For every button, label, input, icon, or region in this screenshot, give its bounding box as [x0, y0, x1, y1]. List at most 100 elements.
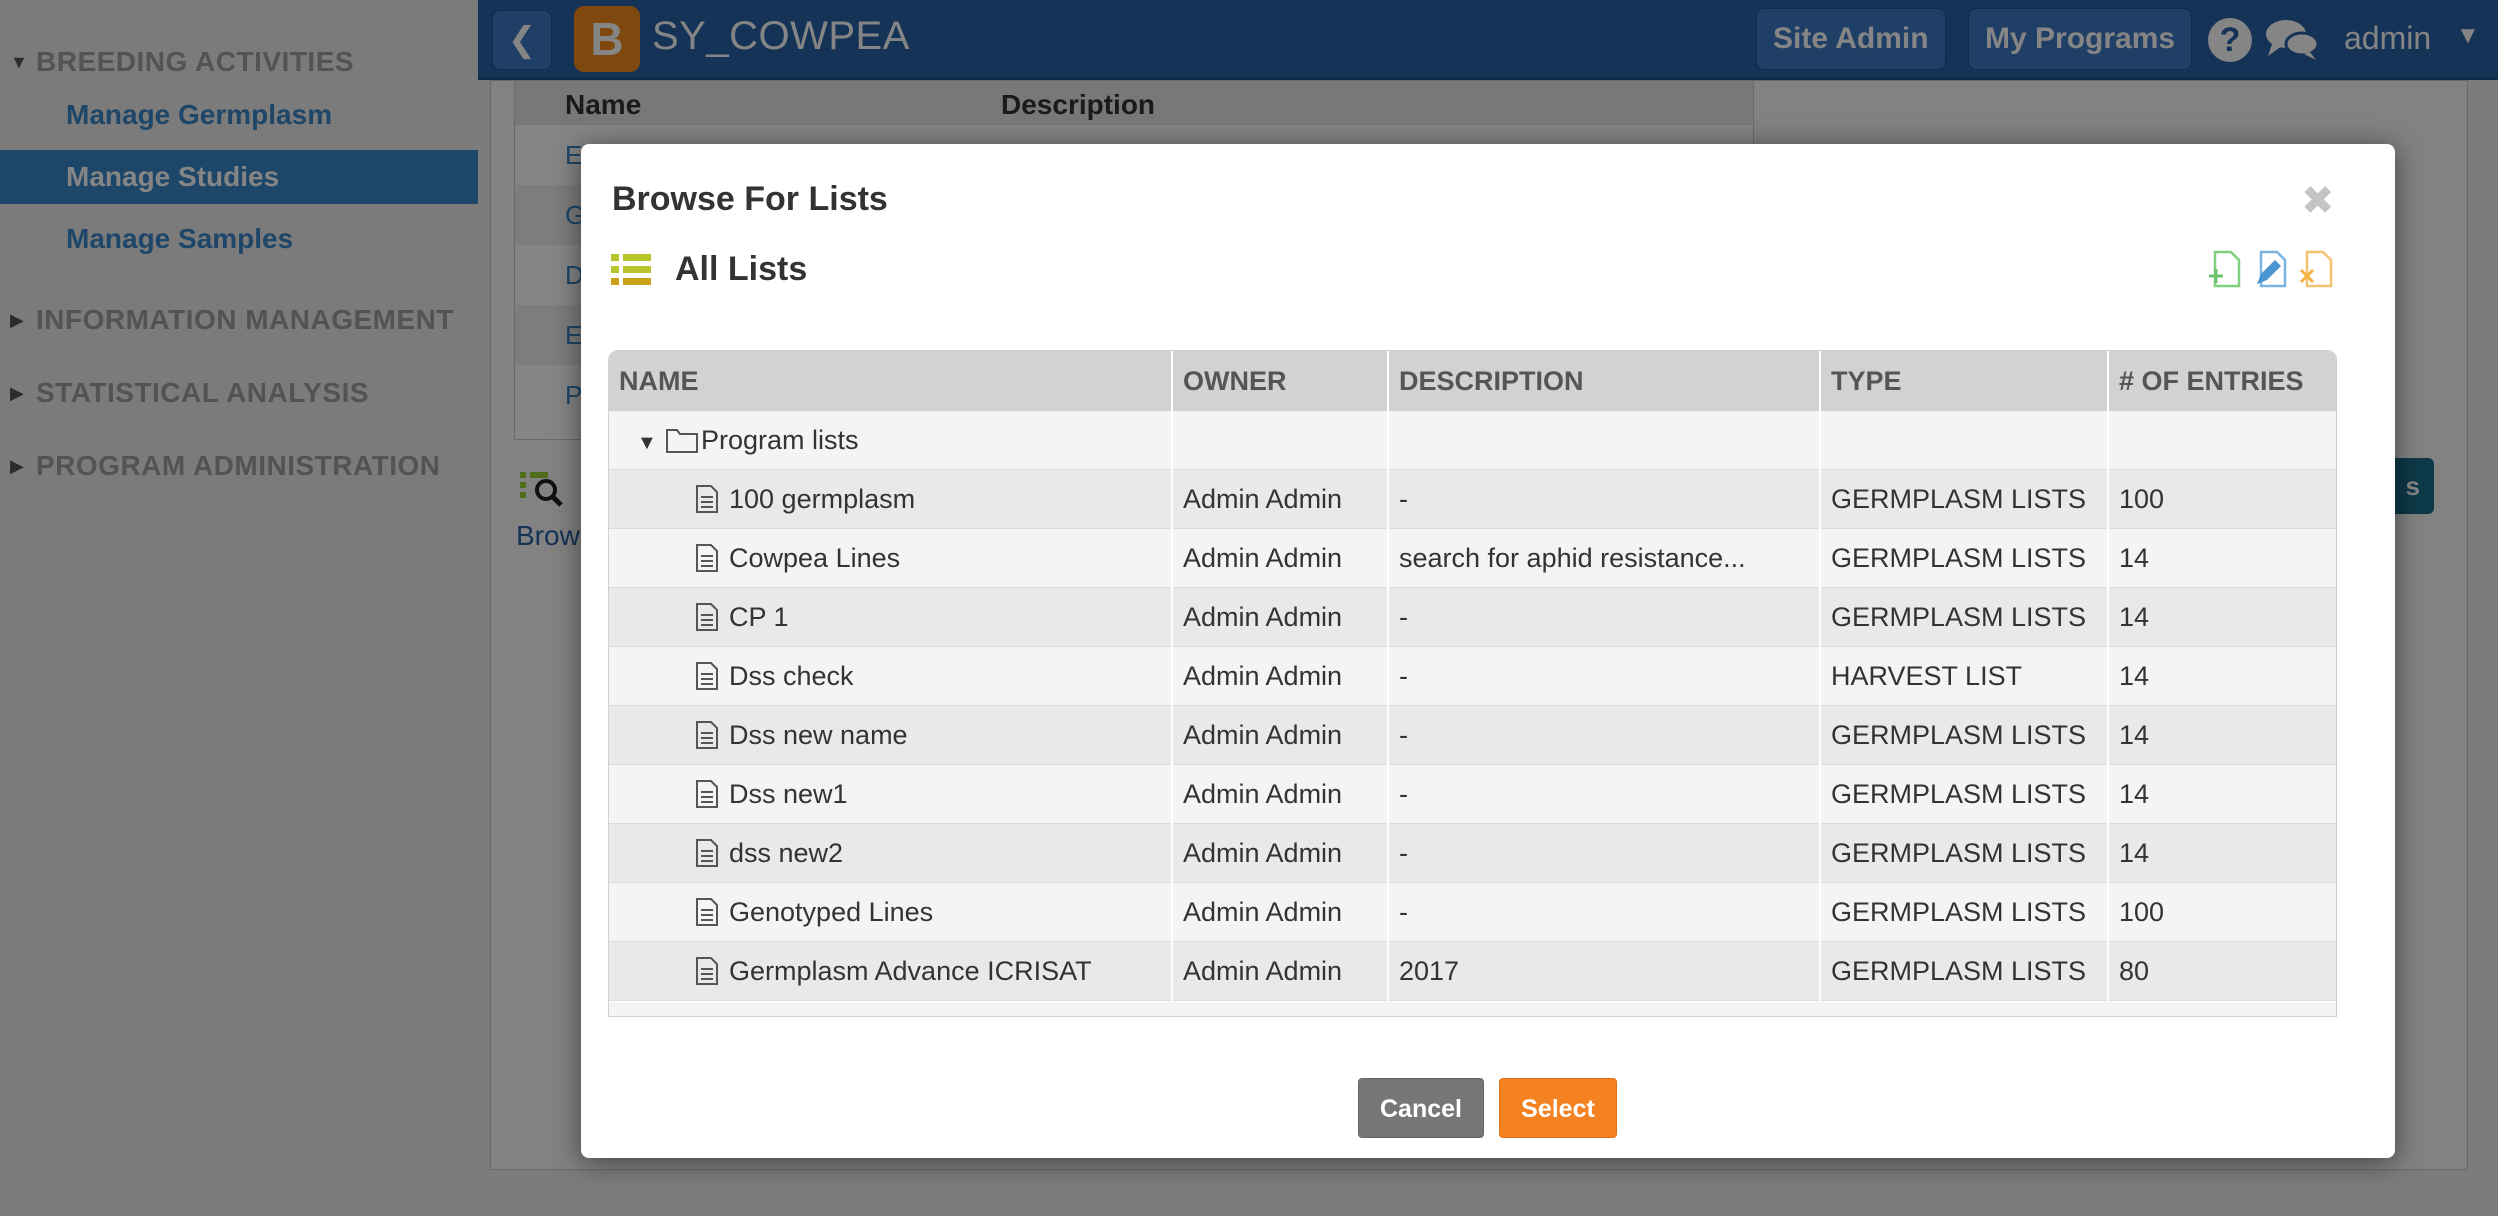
- list-name: Germplasm Advance ICRISAT: [729, 956, 1092, 986]
- list-entries: 14: [2119, 602, 2150, 632]
- folder-name: Program lists: [701, 425, 859, 455]
- list-description: -: [1399, 720, 1408, 750]
- column-header-description[interactable]: DESCRIPTION: [1389, 351, 1821, 411]
- list-row[interactable]: CP 1 Admin Admin - GERMPLASM LISTS 14: [609, 588, 2336, 647]
- list-entries: 100: [2119, 484, 2165, 514]
- list-row[interactable]: 100 germplasm Admin Admin - GERMPLASM LISTS…: [609, 470, 2336, 529]
- list-type: GERMPLASM LISTS: [1831, 956, 2087, 986]
- list-entries: 14: [2119, 543, 2150, 573]
- list-description: -: [1399, 602, 1408, 632]
- lists-table: NAME OWNER DESCRIPTION TYPE # OF ENTRIES…: [608, 350, 2337, 1017]
- list-owner: Admin Admin: [1183, 956, 1343, 986]
- list-description: -: [1399, 661, 1408, 691]
- list-row[interactable]: dss new2 Admin Admin - GERMPLASM LISTS 14: [609, 824, 2336, 883]
- list-type: HARVEST LIST: [1831, 661, 2023, 691]
- expand-caret-icon[interactable]: ▼: [637, 414, 665, 470]
- list-name: dss new2: [729, 838, 844, 868]
- list-name: Dss new1: [729, 779, 848, 809]
- cell-type: GERMPLASM LISTS: [1821, 470, 2109, 529]
- list-entries: 14: [2119, 720, 2150, 750]
- list-row[interactable]: Dss new name Admin Admin - GERMPLASM LISTS 1…: [609, 706, 2336, 765]
- list-name: CP 1: [729, 602, 789, 632]
- dialog-title: Browse For Lists: [612, 180, 888, 218]
- browse-lists-dialog: Browse For Lists ✖ All Lists NAME OWNER …: [581, 144, 2395, 1158]
- folder-row-program-lists[interactable]: ▼ Program lists: [609, 411, 2336, 470]
- list-owner: Admin Admin: [1183, 602, 1343, 632]
- folder-name-cell: ▼ Program lists: [609, 411, 1173, 470]
- list-name: 100 germplasm: [729, 484, 916, 514]
- list-type: GERMPLASM LISTS: [1831, 897, 2087, 927]
- document-icon: [696, 721, 718, 749]
- list-type: GERMPLASM LISTS: [1831, 602, 2087, 632]
- document-icon: [696, 839, 718, 867]
- list-name: Dss check: [729, 661, 854, 691]
- list-description: search for aphid resistance...: [1399, 543, 1746, 573]
- cell-description: -: [1389, 765, 1821, 824]
- cell-description: -: [1389, 588, 1821, 647]
- list-entries: 14: [2119, 838, 2150, 868]
- cell-description: -: [1389, 470, 1821, 529]
- cell-name: Genotyped Lines: [609, 883, 1173, 942]
- column-header-type[interactable]: TYPE: [1821, 351, 2109, 411]
- list-owner: Admin Admin: [1183, 543, 1343, 573]
- document-icon: [696, 603, 718, 631]
- column-header-name[interactable]: NAME: [609, 351, 1173, 411]
- cell-owner: Admin Admin: [1173, 824, 1389, 883]
- edit-list-icon[interactable]: [2253, 250, 2287, 288]
- delete-list-icon[interactable]: [2299, 250, 2333, 288]
- cell-name: Dss check: [609, 647, 1173, 706]
- cell-type: GERMPLASM LISTS: [1821, 765, 2109, 824]
- cell-name: Dss new name: [609, 706, 1173, 765]
- list-name: Cowpea Lines: [729, 543, 901, 573]
- document-icon: [696, 898, 718, 926]
- all-lists-heading: All Lists: [675, 250, 808, 288]
- table-row-partial: [609, 1002, 2336, 1016]
- cell-owner: Admin Admin: [1173, 470, 1389, 529]
- column-header-entries[interactable]: # OF ENTRIES: [2109, 351, 2336, 411]
- cell-name: Cowpea Lines: [609, 529, 1173, 588]
- list-type: GERMPLASM LISTS: [1831, 779, 2087, 809]
- list-row[interactable]: Germplasm Advance ICRISAT Admin Admin 2017…: [609, 942, 2336, 1001]
- cell-description: -: [1389, 647, 1821, 706]
- list-description: -: [1399, 484, 1408, 514]
- cell-type: GERMPLASM LISTS: [1821, 706, 2109, 765]
- cell-entries: 14: [2109, 647, 2336, 706]
- cell: [1389, 411, 1821, 470]
- list-type: GERMPLASM LISTS: [1831, 838, 2087, 868]
- document-icon: [696, 544, 718, 572]
- cell-name: Dss new1: [609, 765, 1173, 824]
- list-row[interactable]: Dss new1 Admin Admin - GERMPLASM LISTS 14: [609, 765, 2336, 824]
- list-row[interactable]: Cowpea Lines Admin Admin search for aphid …: [609, 529, 2336, 588]
- cell-owner: Admin Admin: [1173, 765, 1389, 824]
- folder-icon: [666, 429, 698, 453]
- close-icon[interactable]: ✖: [2301, 178, 2335, 224]
- cell-name: Germplasm Advance ICRISAT: [609, 942, 1173, 1001]
- cell-type: GERMPLASM LISTS: [1821, 824, 2109, 883]
- list-row[interactable]: Dss check Admin Admin - HARVEST LIST 14: [609, 647, 2336, 706]
- cancel-button[interactable]: Cancel: [1358, 1078, 1484, 1138]
- list-description: -: [1399, 779, 1408, 809]
- cell-description: -: [1389, 883, 1821, 942]
- cell-entries: 14: [2109, 588, 2336, 647]
- cell-entries: 14: [2109, 529, 2336, 588]
- cell-owner: Admin Admin: [1173, 942, 1389, 1001]
- select-button[interactable]: Select: [1499, 1078, 1617, 1138]
- list-description: 2017: [1399, 956, 1460, 986]
- cell-owner: Admin Admin: [1173, 588, 1389, 647]
- cell: [1821, 411, 2109, 470]
- list-name: Dss new name: [729, 720, 908, 750]
- list-entries: 14: [2119, 661, 2150, 691]
- cell-type: HARVEST LIST: [1821, 647, 2109, 706]
- list-type: GERMPLASM LISTS: [1831, 720, 2087, 750]
- add-list-icon[interactable]: [2207, 250, 2241, 288]
- document-icon: [696, 485, 718, 513]
- list-owner: Admin Admin: [1183, 897, 1343, 927]
- column-header-owner[interactable]: OWNER: [1173, 351, 1389, 411]
- cell-entries: 14: [2109, 765, 2336, 824]
- cell-type: GERMPLASM LISTS: [1821, 883, 2109, 942]
- list-row[interactable]: Genotyped Lines Admin Admin - GERMPLASM LIS…: [609, 883, 2336, 942]
- cell: [2109, 411, 2336, 470]
- document-icon: [696, 780, 718, 808]
- list-entries: 80: [2119, 956, 2150, 986]
- cell: [1173, 411, 1389, 470]
